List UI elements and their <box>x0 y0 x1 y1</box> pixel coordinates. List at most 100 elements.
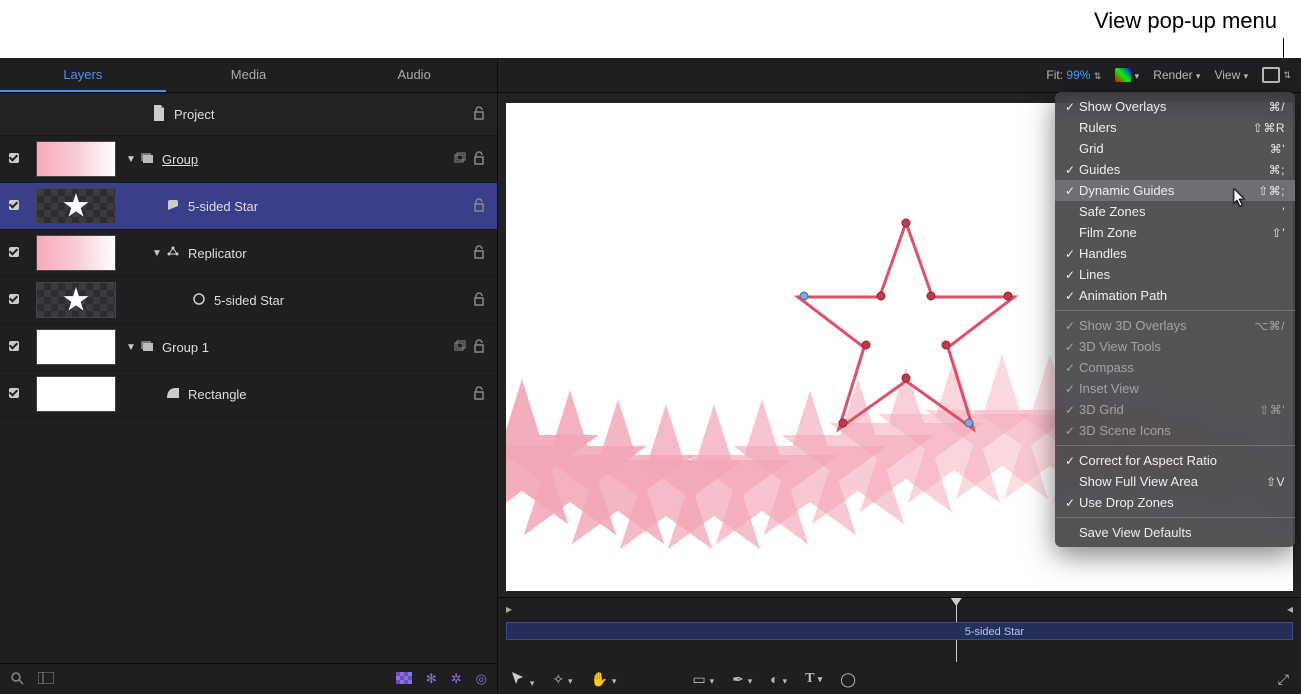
menu-item-label: Show Full View Area <box>1079 474 1266 489</box>
annotation-label: View pop-up menu <box>1094 8 1277 34</box>
enable-checkbox[interactable] <box>0 150 28 168</box>
gear-icon-2[interactable]: ✲ <box>451 671 462 687</box>
layer-list: Project ▼ Group 5-sided Star ▼ Replicator 5-s… <box>0 93 497 663</box>
view-options-popup[interactable]: ⇅ <box>1262 67 1291 83</box>
fit-label: Fit: <box>1046 68 1063 82</box>
tab-audio[interactable]: Audio <box>331 58 497 92</box>
menu-item-label: Rulers <box>1079 120 1253 135</box>
view-popup-text[interactable]: View ▾ <box>1214 68 1248 82</box>
text-tool-icon[interactable]: T ▾ <box>805 671 822 687</box>
lock-icon[interactable] <box>469 245 489 262</box>
pass-through-icon[interactable] <box>451 340 469 355</box>
lock-icon[interactable] <box>469 106 489 123</box>
colorspace-popup[interactable]: ▾ <box>1115 68 1139 83</box>
layer-row-star-source[interactable]: 5-sided Star <box>0 277 497 324</box>
layer-row-replicator[interactable]: ▼ Replicator <box>0 230 497 277</box>
fit-value: 99% <box>1066 68 1090 82</box>
search-icon[interactable] <box>10 671 24 688</box>
layer-row-group1[interactable]: ▼Group 1 <box>0 324 497 371</box>
layer-label: 5-sided Star <box>188 199 469 214</box>
lock-icon[interactable] <box>469 386 489 403</box>
layout-icon[interactable] <box>38 672 54 687</box>
control-point[interactable] <box>877 292 886 301</box>
control-point[interactable] <box>902 374 911 383</box>
layer-row-star-shape[interactable]: 5-sided Star <box>0 183 497 230</box>
checkmark-icon: ✓ <box>1061 184 1079 198</box>
menu-item-shortcut: ⇧⌘R <box>1253 121 1285 135</box>
out-marker-icon[interactable]: ◂ <box>1287 602 1293 616</box>
layer-label: Group <box>162 152 451 167</box>
enable-checkbox[interactable] <box>0 291 28 309</box>
enable-checkbox[interactable] <box>0 244 28 262</box>
menu-item-show-overlays[interactable]: ✓Show Overlays⌘/ <box>1055 96 1295 117</box>
checker-icon[interactable] <box>396 672 412 687</box>
enable-checkbox[interactable] <box>0 385 28 403</box>
lock-icon[interactable] <box>469 198 489 215</box>
layer-label: Replicator <box>188 246 469 261</box>
menu-item-grid[interactable]: Grid⌘' <box>1055 138 1295 159</box>
control-point[interactable] <box>902 219 911 228</box>
menu-item-show-full-view-area[interactable]: Show Full View Area⇧V <box>1055 471 1295 492</box>
selected-star-outline[interactable] <box>786 213 1026 453</box>
menu-item-correct-for-aspect-ratio[interactable]: ✓Correct for Aspect Ratio <box>1055 450 1295 471</box>
rect-tool-icon[interactable]: ▭ ▾ <box>692 671 714 688</box>
render-popup[interactable]: Render ▾ <box>1153 68 1200 82</box>
control-point[interactable] <box>965 419 974 428</box>
layer-thumbnail <box>36 282 116 318</box>
timeline-ruler[interactable]: ▸ ◂ <box>498 598 1301 620</box>
in-marker-icon[interactable]: ▸ <box>506 602 512 616</box>
menu-item-handles[interactable]: ✓Handles <box>1055 243 1295 264</box>
menu-item-safe-zones[interactable]: Safe Zones' <box>1055 201 1295 222</box>
control-point[interactable] <box>942 341 951 350</box>
pan-tool-icon[interactable]: ✋ ▾ <box>591 671 617 688</box>
checkmark-icon: ✓ <box>1061 454 1079 468</box>
control-point[interactable] <box>862 341 871 350</box>
edit-points-tool-icon[interactable]: ✧ ▾ <box>552 671 572 688</box>
control-point[interactable] <box>1004 292 1013 301</box>
menu-item-film-zone[interactable]: Film Zone⇧' <box>1055 222 1295 243</box>
lock-icon[interactable] <box>469 339 489 356</box>
menu-item-guides[interactable]: ✓Guides⌘; <box>1055 159 1295 180</box>
lock-icon[interactable] <box>469 151 489 168</box>
menu-item-3d-scene-icons: ✓3D Scene Icons <box>1055 420 1295 441</box>
layer-row-project[interactable]: Project <box>0 93 497 136</box>
disclosure-triangle-icon[interactable]: ▼ <box>124 342 138 353</box>
chevron-down-icon: ▾ <box>1196 71 1201 81</box>
menu-item-animation-path[interactable]: ✓Animation Path <box>1055 285 1295 306</box>
tab-layers[interactable]: Layers <box>0 58 166 92</box>
timeline-clip[interactable]: 5-sided Star <box>506 622 1293 640</box>
enable-checkbox[interactable] <box>0 338 28 356</box>
menu-item-show-3d-overlays: ✓Show 3D Overlays⌥⌘/ <box>1055 315 1295 336</box>
disclosure-triangle-icon[interactable]: ▼ <box>150 248 164 259</box>
disclosure-triangle-icon[interactable]: ▼ <box>124 154 138 165</box>
view-popup-menu: ✓Show Overlays⌘/Rulers⇧⌘RGrid⌘'✓Guides⌘;… <box>1055 92 1295 547</box>
menu-item-shortcut: ⌥⌘/ <box>1254 319 1285 333</box>
menu-item-save-view-defaults[interactable]: Save View Defaults <box>1055 522 1295 543</box>
menu-item-rulers[interactable]: Rulers⇧⌘R <box>1055 117 1295 138</box>
expand-icon[interactable]: ⤢ <box>1278 671 1289 688</box>
control-point[interactable] <box>839 419 848 428</box>
enable-checkbox[interactable] <box>0 197 28 215</box>
menu-item-dynamic-guides[interactable]: ✓Dynamic Guides⇧⌘; <box>1055 180 1295 201</box>
menu-item-use-drop-zones[interactable]: ✓Use Drop Zones <box>1055 492 1295 513</box>
control-point[interactable] <box>800 292 809 301</box>
layer-row-group[interactable]: ▼ Group <box>0 136 497 183</box>
menu-item-shortcut: ⇧' <box>1272 226 1285 240</box>
tab-media[interactable]: Media <box>166 58 332 92</box>
pass-through-icon[interactable] <box>451 152 469 167</box>
pen-tool-icon[interactable]: ✒ ▾ <box>732 671 752 688</box>
control-point[interactable] <box>927 292 936 301</box>
select-tool-icon[interactable]: ▾ <box>510 670 534 689</box>
menu-item-shortcut: ⇧⌘; <box>1258 184 1285 198</box>
lock-icon[interactable] <box>469 292 489 309</box>
layer-row-rectangle[interactable]: Rectangle <box>0 371 497 418</box>
menu-item-shortcut: ⌘' <box>1270 142 1285 156</box>
menu-item-lines[interactable]: ✓Lines <box>1055 264 1295 285</box>
gear-icon[interactable]: ✻ <box>426 671 437 687</box>
fit-control[interactable]: Fit: 99% ⇅ <box>1046 68 1101 82</box>
mask-tool-icon[interactable]: ◐ ▾ <box>770 671 787 687</box>
circles-icon[interactable]: ◎ <box>476 671 487 687</box>
layer-thumbnail <box>36 376 116 412</box>
shape-tool-icon[interactable]: ◯ <box>840 671 856 688</box>
checkmark-icon: ✓ <box>1061 289 1079 303</box>
